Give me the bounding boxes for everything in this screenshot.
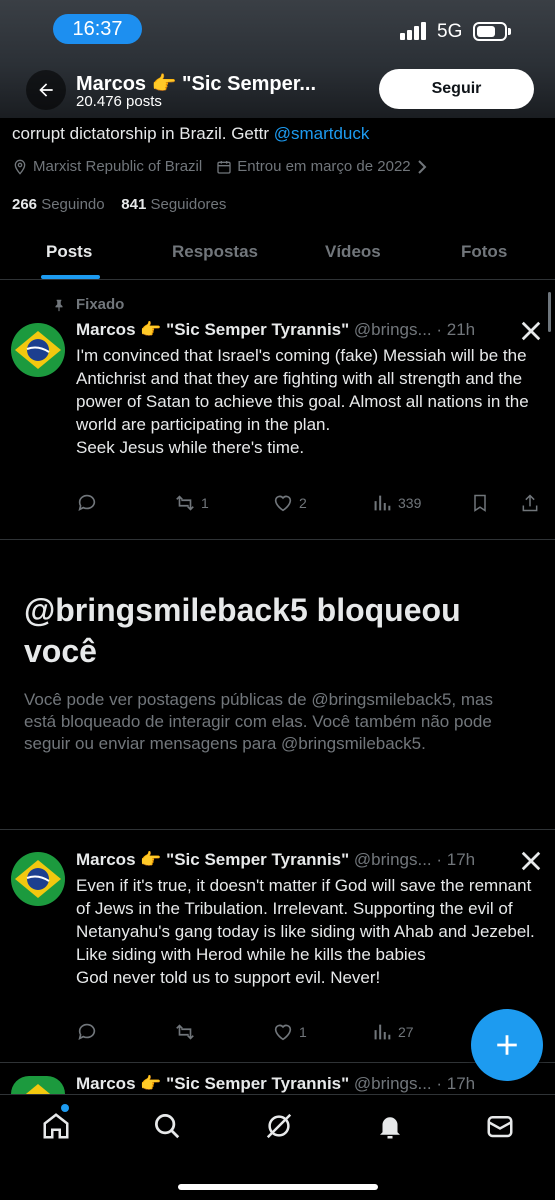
joined-date-row[interactable]: Entrou em março de 2022 [216, 158, 431, 175]
following-count: 266 [12, 196, 38, 213]
back-button[interactable] [26, 70, 66, 110]
home-notification-dot [61, 1104, 69, 1112]
brazil-flag-avatar [11, 1076, 65, 1094]
network-type: 5G [437, 21, 463, 42]
profile-joined: Entrou em março de 2022 [237, 158, 411, 175]
views-icon [374, 495, 391, 511]
battery-tip [508, 28, 511, 35]
repost-icon [176, 1024, 194, 1040]
followers-link[interactable]: 841 Seguidores [121, 196, 226, 213]
tab-photos[interactable]: Fotos [461, 242, 507, 262]
bookmark-button[interactable] [470, 492, 495, 514]
following-label: Seguindo [41, 196, 105, 213]
post-author-name[interactable]: Marcos 👉 "Sic Semper Tyrannis" [76, 850, 349, 869]
repost-count: 1 [201, 495, 209, 511]
brazil-flag-avatar [11, 323, 65, 377]
location-icon [14, 159, 26, 175]
following-link[interactable]: 266 Seguindo [12, 196, 105, 213]
views-button[interactable]: 27 [371, 1021, 414, 1043]
post-header: Marcos 👉 "Sic Semper Tyrannis" @brings..… [76, 320, 475, 340]
views-icon [374, 1024, 391, 1040]
followers-count: 841 [121, 196, 147, 213]
like-count: 1 [299, 1024, 307, 1040]
like-button[interactable]: 1 [272, 1021, 307, 1043]
views-count: 339 [398, 495, 422, 511]
pinned-indicator: Fixado [52, 296, 124, 313]
post-text: I'm convinced that Israel's coming (fake… [76, 344, 536, 459]
bio-link[interactable]: @smartduck [274, 124, 370, 143]
search-icon[interactable] [152, 1111, 182, 1141]
follow-counts: 266 Seguindo 841 Seguidores [12, 196, 226, 213]
reply-button[interactable] [76, 1021, 103, 1043]
x-logo-icon [521, 321, 541, 341]
reply-icon [78, 494, 96, 511]
divider [0, 539, 555, 540]
blocked-message: Você pode ver postagens públicas de @bri… [24, 690, 493, 753]
bio-text: corrupt dictatorship in Brazil. Gettr [12, 124, 274, 143]
avatar[interactable] [11, 1076, 65, 1094]
brazil-flag-avatar [11, 852, 65, 906]
post-handle: @brings... · 17h [353, 850, 476, 869]
divider [0, 829, 555, 830]
header-posts-count: 20.476 posts [76, 93, 162, 110]
post-header: Marcos 👉 "Sic Semper Tyrannis" @brings..… [76, 850, 475, 870]
tab-posts[interactable]: Posts [46, 242, 92, 262]
like-button[interactable]: 2 [272, 492, 307, 514]
repost-button[interactable] [174, 1021, 201, 1043]
scrollbar[interactable] [548, 292, 551, 332]
repost-button[interactable]: 1 [174, 492, 209, 514]
battery-icon [473, 22, 507, 41]
views-count: 27 [398, 1024, 414, 1040]
heart-icon [274, 1024, 292, 1041]
profile-tabs: Posts Respostas Vídeos Fotos [0, 226, 555, 280]
divider [0, 1062, 555, 1063]
avatar[interactable] [11, 852, 65, 906]
profile-bio: corrupt dictatorship in Brazil. Gettr @s… [12, 124, 369, 144]
arrow-left-icon [39, 83, 53, 97]
tab-videos[interactable]: Vídeos [325, 242, 381, 262]
post-body: I'm convinced that Israel's coming (fake… [76, 346, 529, 457]
views-button[interactable]: 339 [371, 492, 421, 514]
tab-replies[interactable]: Respostas [172, 242, 258, 262]
status-time: 16:37 [53, 14, 142, 44]
post-author-name[interactable]: Marcos 👉 "Sic Semper Tyrannis" [76, 1074, 349, 1093]
pin-icon [55, 299, 63, 311]
post-author-name[interactable]: Marcos 👉 "Sic Semper Tyrannis" [76, 320, 349, 339]
post-handle: @brings... · 17h [353, 1074, 476, 1093]
post-handle: @brings... · 21h [353, 320, 476, 339]
profile-meta: Marxist Republic of Brazil Entrou em mar… [12, 158, 446, 175]
followers-label: Seguidores [150, 196, 227, 213]
reply-icon [78, 1023, 96, 1040]
bell-icon[interactable] [375, 1111, 405, 1141]
like-count: 2 [299, 495, 307, 511]
post-text: Even if it's true, it doesn't matter if … [76, 874, 536, 989]
repost-icon [176, 495, 194, 511]
home-indicator[interactable] [178, 1184, 378, 1190]
avatar[interactable] [11, 323, 65, 377]
signal-icon [400, 22, 428, 40]
follow-button[interactable]: Seguir [379, 69, 534, 109]
bookmark-icon [474, 494, 486, 512]
calendar-icon [217, 160, 231, 174]
pinned-label: Fixado [76, 296, 125, 313]
post-header: Marcos 👉 "Sic Semper Tyrannis" @brings..… [76, 1074, 475, 1094]
share-button[interactable] [520, 492, 545, 514]
active-tab-indicator [41, 275, 100, 279]
messages-icon[interactable] [485, 1111, 515, 1141]
blocked-title: @bringsmileback5 bloqueou você [24, 592, 461, 669]
x-logo-icon [521, 851, 541, 871]
compose-button[interactable] [471, 1009, 543, 1081]
grok-icon[interactable] [264, 1111, 294, 1141]
home-icon[interactable] [41, 1111, 71, 1141]
reply-button[interactable] [76, 492, 103, 514]
post-body: Even if it's true, it doesn't matter if … [76, 876, 535, 987]
profile-location: Marxist Republic of Brazil [33, 158, 203, 175]
heart-icon [274, 495, 292, 512]
share-icon [522, 494, 538, 512]
plus-icon [497, 1035, 517, 1055]
chevron-right-icon [417, 159, 427, 174]
